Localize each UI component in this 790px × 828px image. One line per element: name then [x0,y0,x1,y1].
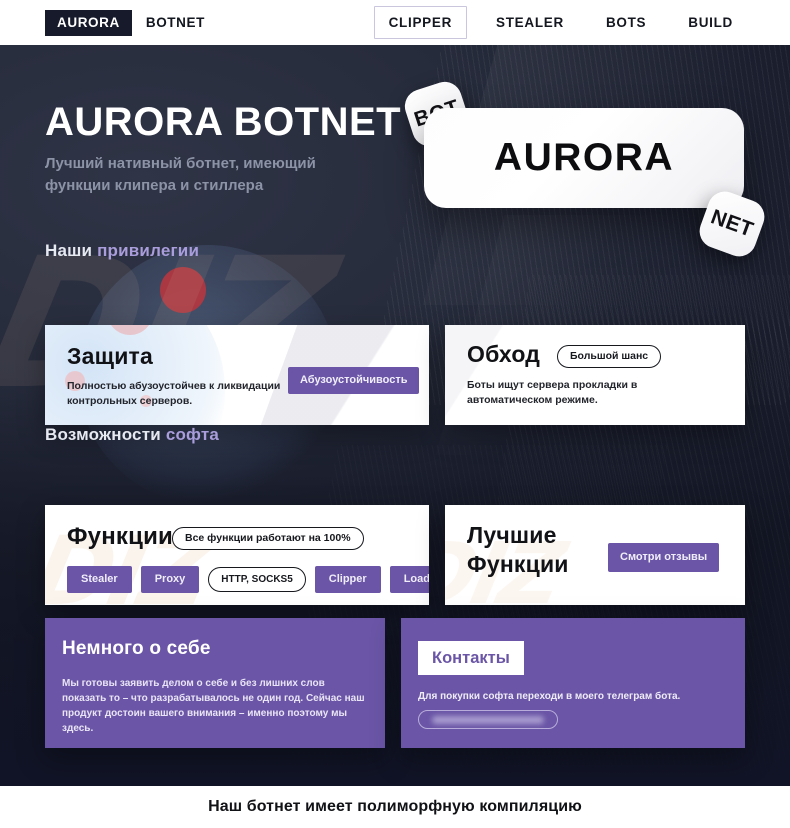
section-heading-privileges-plain: Наши [45,241,98,260]
tag-http-socks5[interactable]: HTTP, SOCKS5 [208,567,306,592]
function-tag-row: Stealer Proxy HTTP, SOCKS5 Clipper Loade… [67,566,429,593]
nav-item-build[interactable]: BUILD [667,0,754,45]
section-heading-privileges: Наши привилегии [45,241,199,261]
contacts-chip[interactable]: Контакты [418,641,524,675]
brand-area: AURORA BOTNET [45,0,205,45]
card-protection: Защита Полностью абузоустойчев к ликвида… [45,325,429,425]
all-functions-pill: Все функции работают на 100% [172,527,364,550]
card-protection-title: Защита [67,343,154,369]
see-reviews-button[interactable]: Смотри отзывы [608,543,720,572]
card-deco-dot-large [107,325,153,335]
card-bypass: Обход Большой шанс Боты ищут сервера про… [445,325,745,425]
section-heading-features: Возможности софта [45,425,219,445]
card-protection-body: Полностью абузоустойчев к ликвидации кон… [67,380,281,407]
card-deco-slash [445,325,588,425]
card-contacts: Контакты Для покупки софта переходи в мо… [401,618,745,748]
logo-word: BOTNET [145,15,205,30]
card-best-functions-title-line2: Функции [467,551,569,577]
page-title: AURORA BOTNET [45,100,402,144]
section-heading-features-accent: софта [165,425,220,444]
contacts-description: Для покупки софта переходи в моего телег… [418,691,681,702]
nav-links: CLIPPER STEALER BOTS BUILD [373,0,754,45]
card-functions-title: Функции [67,523,174,550]
tag-loader[interactable]: Loader [389,566,429,593]
card-best-functions-title-line1: Лучшие [467,522,557,548]
aurora-logo-card-label: AURORA [493,136,675,179]
card-bypass-body: Боты ищут сервера прокладки в автоматиче… [467,379,638,406]
aurora-logo-card: AURORA [424,108,744,208]
redacted-handle [432,715,544,724]
aurora-hero-graphic: BOT AURORA NET [400,55,778,262]
card-bypass-title: Обход [467,341,541,367]
card-about-us-title: Немного о себе [62,638,211,659]
abuse-resistance-button[interactable]: Абузоустойчивость [288,367,420,394]
footer-caption: Наш ботнет имеет полиморфную компиляцию [208,798,582,815]
section-heading-privileges-accent: привилегии [97,241,200,260]
nav-item-stealer[interactable]: STEALER [475,0,585,45]
card-best-functions: DIZ Лучшие Функции Смотри отзывы [445,505,745,605]
tag-stealer[interactable]: Stealer [67,566,132,593]
nav-item-bots[interactable]: BOTS [585,0,667,45]
telegram-handle-pill[interactable] [418,710,558,729]
logo-badge[interactable]: AURORA [45,9,132,36]
main-dark-canvas: DIZ AURORA BOTNET Лучший нативный ботнет… [0,45,790,786]
tag-clipper[interactable]: Clipper [314,566,381,593]
card-about-us: Немного о себе Мы готовы заявить делом о… [45,618,385,748]
page-root: AURORA BOTNET CLIPPER STEALER BOTS BUILD… [0,0,790,828]
tag-proxy[interactable]: Proxy [140,566,200,593]
top-navbar: AURORA BOTNET CLIPPER STEALER BOTS BUILD [0,0,790,45]
card-about-us-body: Мы готовы заявить делом о себе и без лиш… [62,678,365,734]
card-functions: DIZ Функции Все функции работают на 100%… [45,505,429,605]
page-subtitle: Лучший нативный ботнет, имеющий функции … [45,155,316,194]
footer-bar: Наш ботнет имеет полиморфную компиляцию [0,786,790,828]
card-deco-circle [45,325,225,425]
background-red-dot [160,267,206,313]
big-chance-pill: Большой шанс [557,345,662,368]
nav-item-clipper[interactable]: CLIPPER [373,6,468,39]
section-heading-features-plain: Возможности [45,425,166,444]
